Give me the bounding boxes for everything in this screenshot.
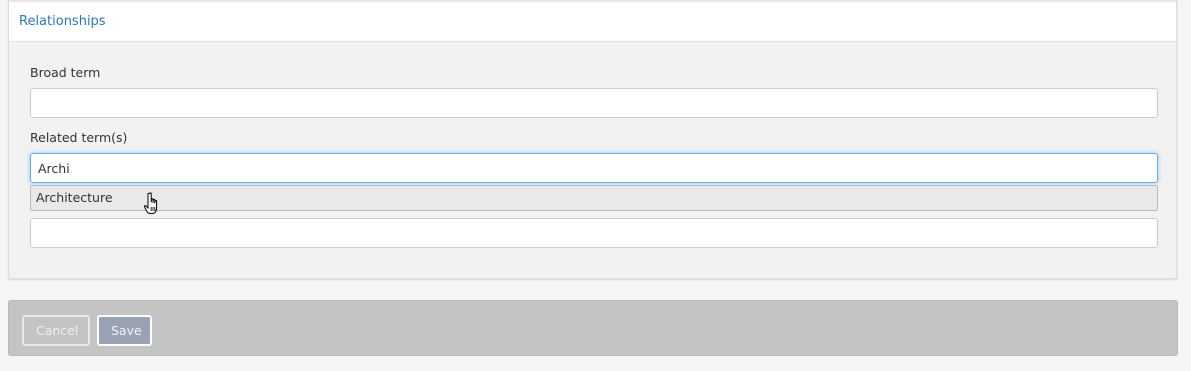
- related-term-input-1[interactable]: [30, 153, 1158, 183]
- related-terms-label: Related term(s): [30, 130, 128, 145]
- save-button[interactable]: Save: [97, 315, 152, 346]
- autocomplete-suggestion[interactable]: Architecture: [30, 185, 1158, 211]
- broad-term-input[interactable]: [30, 88, 1158, 118]
- relationships-panel: Relationships Broad term Related term(s)…: [8, 0, 1177, 279]
- panel-header: Relationships: [9, 0, 1176, 42]
- cancel-button[interactable]: Cancel: [22, 315, 90, 346]
- broad-term-label: Broad term: [30, 65, 101, 80]
- panel-title: Relationships: [19, 14, 106, 29]
- form-action-bar: Cancel Save: [8, 300, 1178, 356]
- related-term-input-2[interactable]: [30, 218, 1158, 248]
- hand-pointer-icon: [143, 192, 158, 214]
